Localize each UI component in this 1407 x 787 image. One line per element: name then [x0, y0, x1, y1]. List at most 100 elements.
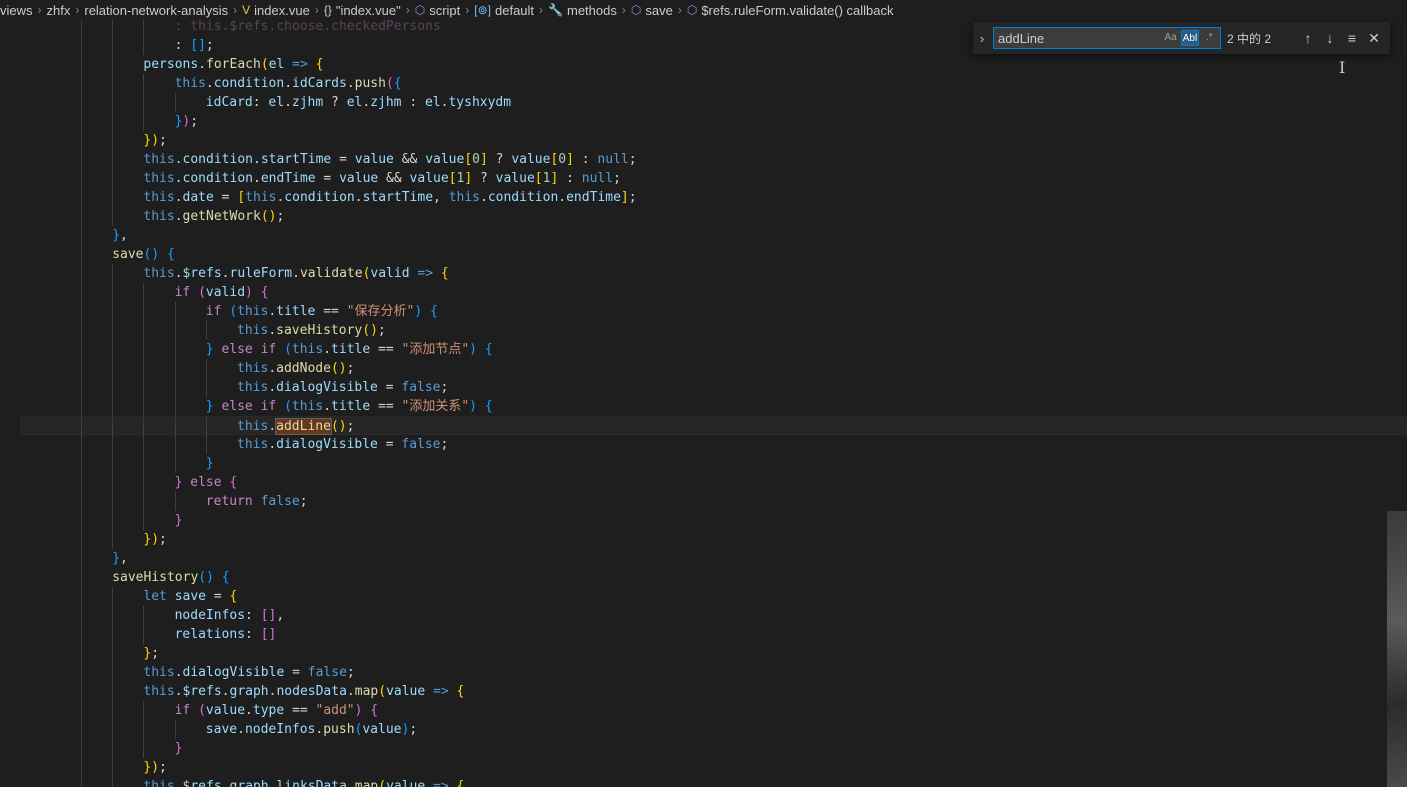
code-line[interactable]: });	[0, 131, 1407, 150]
code-token: push	[354, 76, 386, 91]
code-line[interactable]: this.addNode();	[0, 359, 1407, 378]
code-token: ;	[346, 665, 355, 680]
code-line[interactable]: }	[0, 739, 1407, 758]
code-token: .	[252, 152, 261, 167]
code-token: ]	[566, 152, 574, 167]
code-line[interactable]: if (value.type == "add") {	[0, 701, 1407, 720]
indent-guide	[81, 549, 82, 568]
close-find-icon[interactable]: ✕	[1363, 30, 1385, 47]
code-line[interactable]: } else {	[0, 473, 1407, 492]
code-line[interactable]: saveHistory() {	[0, 568, 1407, 587]
code-token: (	[229, 304, 238, 319]
indent-guide	[81, 417, 82, 436]
code-line[interactable]: this.$refs.graph.linksData.map(value => …	[0, 777, 1407, 787]
match-case-button[interactable]: Aa	[1162, 30, 1179, 46]
code-line[interactable]: idCard: el.zjhm ? el.zjhm : el.tyshxydm	[0, 93, 1407, 112]
code-token: condition	[182, 171, 253, 186]
indent-guide	[112, 321, 114, 340]
code-line[interactable]: save.nodeInfos.push(value);	[0, 720, 1407, 739]
use-regex-button[interactable]: .*	[1201, 30, 1218, 46]
code-token: .	[237, 722, 245, 737]
code-token: .	[480, 190, 488, 205]
breadcrumb-item[interactable]: zhfx	[47, 3, 71, 18]
find-input-box: Aa Abl .*	[993, 27, 1221, 49]
code-line[interactable]: this.condition.idCards.push({	[0, 74, 1407, 93]
indent-guide	[174, 302, 176, 321]
code-line[interactable]: this.condition.startTime = value && valu…	[0, 150, 1407, 169]
code-line[interactable]: this.$refs.ruleForm.validate(valid => {	[0, 264, 1407, 283]
previous-match-arrow-up-icon[interactable]: ↑	[1297, 30, 1319, 46]
code-token: if	[174, 703, 191, 718]
code-line[interactable]: this.saveHistory();	[0, 321, 1407, 340]
code-token: (	[385, 76, 394, 91]
code-token: title	[331, 399, 371, 414]
code-line[interactable]: } else if (this.title == "添加节点") {	[0, 340, 1407, 359]
find-in-selection-icon[interactable]: ≡	[1341, 30, 1363, 46]
code-token: (	[260, 57, 269, 72]
indent-guide	[81, 454, 82, 473]
breadcrumb-item[interactable]: 🔧 methods	[548, 3, 617, 18]
code-line[interactable]: relations: []	[0, 625, 1407, 644]
code-line[interactable]: });	[0, 112, 1407, 131]
code-token: value	[386, 684, 426, 699]
next-match-arrow-down-icon[interactable]: ↓	[1319, 30, 1341, 46]
code-token: .	[354, 190, 363, 205]
indent-guide	[174, 340, 176, 359]
code-text: }	[206, 454, 214, 473]
code-line[interactable]: persons.forEach(el => {	[0, 55, 1407, 74]
code-line[interactable]: }	[0, 511, 1407, 530]
breadcrumb-item[interactable]: ⬡ script	[415, 3, 461, 18]
toggle-replace-chevron-icon[interactable]: ›	[973, 31, 991, 46]
code-line[interactable]: nodeInfos: [],	[0, 606, 1407, 625]
code-token: "添加关系"	[401, 399, 470, 414]
code-line[interactable]: });	[0, 758, 1407, 777]
code-line[interactable]: return false;	[0, 492, 1407, 511]
breadcrumb-item[interactable]: Vindex.vue	[242, 3, 310, 18]
indent-guide	[81, 359, 82, 378]
breadcrumb-item[interactable]: ⬡ save	[631, 3, 673, 18]
code-line[interactable]: },	[0, 226, 1407, 245]
breadcrumb-item[interactable]: views	[0, 3, 33, 18]
code-token: ]	[620, 190, 629, 205]
match-whole-word-button[interactable]: Abl	[1181, 30, 1199, 46]
code-token: :	[245, 608, 261, 623]
code-line[interactable]: this.$refs.graph.nodesData.map(value => …	[0, 682, 1407, 701]
code-line[interactable]: });	[0, 530, 1407, 549]
code-line[interactable]: let save = {	[0, 587, 1407, 606]
code-line[interactable]: this.addLine();	[20, 416, 1407, 436]
code-line[interactable]: this.dialogVisible = false;	[0, 378, 1407, 397]
code-line[interactable]: if (this.title == "保存分析") {	[0, 302, 1407, 321]
code-line[interactable]: save() {	[0, 245, 1407, 264]
code-token: ;	[276, 209, 285, 224]
code-line[interactable]: if (valid) {	[0, 283, 1407, 302]
indent-guide	[174, 454, 176, 473]
code-token: relations	[174, 627, 246, 642]
breadcrumb-item[interactable]: [⊚] default	[474, 3, 534, 18]
code-token: .	[221, 684, 230, 699]
breadcrumb-item[interactable]: {} "index.vue"	[324, 3, 401, 18]
indent-guide	[81, 283, 82, 302]
code-line[interactable]: this.condition.endTime = value && value[…	[0, 169, 1407, 188]
code-token: null	[597, 152, 629, 167]
code-token: if	[174, 285, 191, 300]
code-line[interactable]: },	[0, 549, 1407, 568]
find-input[interactable]	[994, 29, 1162, 47]
code-line[interactable]: this.getNetWork();	[0, 207, 1407, 226]
breadcrumb-item[interactable]: relation-network-analysis	[84, 3, 228, 18]
indent-guide	[143, 606, 145, 625]
code-line[interactable]: this.dialogVisible = false;	[0, 435, 1407, 454]
indent-guide	[81, 264, 82, 283]
code-line[interactable]: this.dialogVisible = false;	[0, 663, 1407, 682]
code-token: map	[354, 779, 379, 787]
code-token: {	[456, 684, 465, 699]
code-line[interactable]: }	[0, 454, 1407, 473]
code-editor[interactable]: : this.$refs.choose.checkedPersons: []; p…	[0, 20, 1407, 787]
code-line[interactable]: };	[0, 644, 1407, 663]
code-token: .	[198, 57, 207, 72]
code-line[interactable]: this.date = [this.condition.startTime, t…	[0, 188, 1407, 207]
breadcrumb-item[interactable]: ⬡ $refs.ruleForm.validate() callback	[687, 3, 894, 18]
indent-guide	[81, 625, 82, 644]
code-line[interactable]: } else if (this.title == "添加关系") {	[0, 397, 1407, 416]
